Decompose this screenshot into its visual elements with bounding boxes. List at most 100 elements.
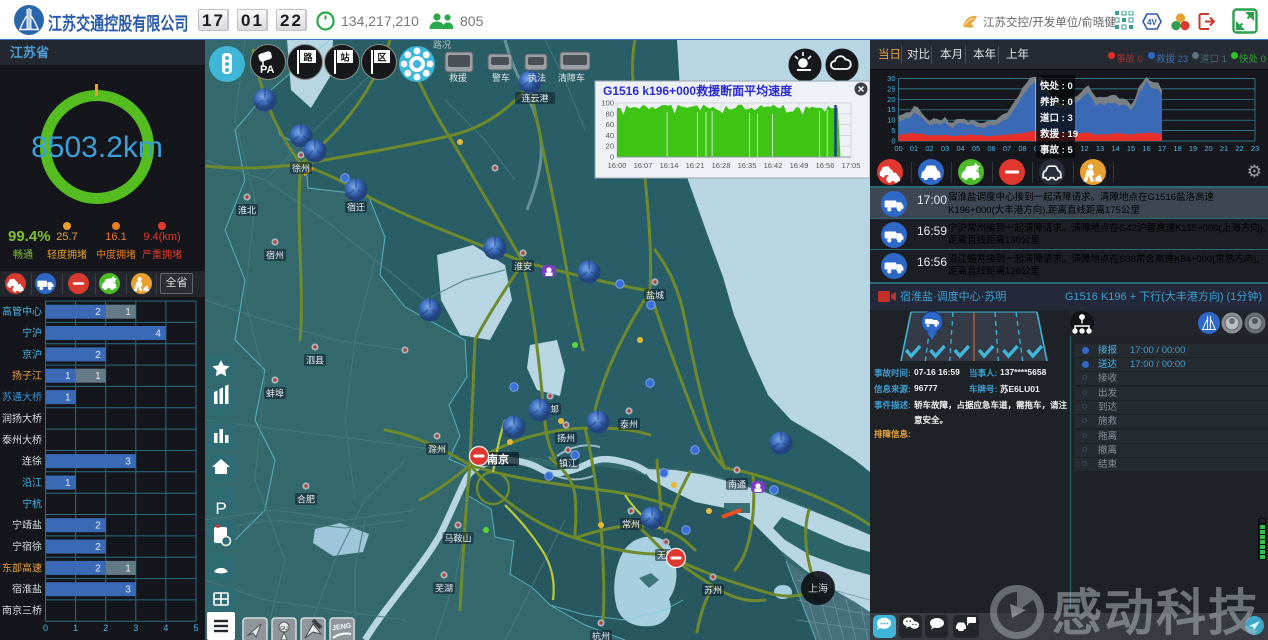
svg-text:扬州: 扬州 [557,433,575,444]
svg-text:1: 1 [65,371,71,382]
svg-text:30: 30 [887,74,895,83]
svg-text:05: 05 [972,144,980,153]
svg-text:京沪: 京沪 [22,348,42,361]
svg-text:21: 21 [1220,144,1228,153]
svg-text:18: 18 [1173,144,1181,153]
svg-text:17: 17 [1158,144,1166,153]
svg-text:02: 02 [925,144,933,153]
svg-text:上海: 上海 [808,582,828,595]
svg-text:5: 5 [193,623,198,633]
svg-text:泗县: 泗县 [306,356,324,366]
svg-text:事故 : 5: 事故 : 5 [1040,144,1073,156]
svg-text:16:21: 16:21 [686,161,705,170]
svg-text:润扬大桥: 润扬大桥 [2,412,42,425]
svg-text:杭州: 杭州 [592,631,610,640]
svg-text:16:42: 16:42 [764,161,783,170]
svg-text:60: 60 [606,120,614,129]
svg-text:2: 2 [95,307,101,318]
svg-text:1: 1 [65,478,71,489]
svg-text:15: 15 [887,105,895,114]
svg-text:2: 2 [95,350,101,361]
svg-text:1: 1 [73,623,78,633]
svg-text:08: 08 [1018,144,1026,153]
svg-text:2: 2 [95,542,101,553]
svg-text:3: 3 [125,457,131,468]
svg-text:20: 20 [1204,144,1212,153]
svg-text:20: 20 [606,142,614,151]
svg-text:宿迁: 宿迁 [347,202,365,213]
svg-text:16:07: 16:07 [634,161,653,170]
svg-text:连徐: 连徐 [22,455,42,468]
svg-text:芜湖: 芜湖 [435,583,453,594]
svg-text:清障车: 清障车 [558,72,585,83]
svg-text:3: 3 [125,585,131,596]
svg-text:泰州大桥: 泰州大桥 [2,433,42,446]
svg-text:救援 : 19: 救援 : 19 [1040,128,1078,140]
svg-text:16:56: 16:56 [816,161,835,170]
svg-text:1: 1 [125,307,131,318]
svg-text:蚌埠: 蚌埠 [266,388,284,399]
svg-text:25: 25 [887,84,895,93]
svg-text:1: 1 [125,563,131,574]
svg-text:2: 2 [95,521,101,532]
svg-text:00: 00 [894,144,902,153]
svg-text:07: 07 [1003,144,1011,153]
svg-text:泰州: 泰州 [620,419,638,430]
svg-text:4: 4 [163,623,168,633]
svg-text:救援: 救援 [449,72,467,83]
svg-text:16: 16 [1142,144,1150,153]
svg-text:常州: 常州 [622,519,640,530]
svg-text:40: 40 [606,131,614,140]
svg-text:1: 1 [95,371,101,382]
svg-text:06: 06 [987,144,995,153]
svg-text:19: 19 [1189,144,1197,153]
svg-text:站: 站 [340,52,349,63]
svg-text:16:49: 16:49 [790,161,809,170]
svg-text:盐城: 盐城 [646,290,664,301]
svg-text:0: 0 [43,623,48,633]
svg-text:苏通大桥: 苏通大桥 [2,391,42,404]
svg-text:连云港: 连云港 [521,93,548,104]
svg-text:15: 15 [1127,144,1135,153]
svg-text:03: 03 [941,144,949,153]
svg-text:13: 13 [1096,144,1104,153]
svg-text:徐州: 徐州 [292,163,310,174]
svg-text:1: 1 [65,393,71,404]
svg-text:苏州: 苏州 [704,585,722,596]
svg-text:20: 20 [887,95,895,104]
svg-text:01: 01 [910,144,918,153]
svg-text:14: 14 [1111,144,1119,153]
svg-text:PA: PA [260,64,275,76]
svg-text:4V: 4V [1147,18,1157,27]
svg-text:12: 12 [1080,144,1088,153]
svg-text:宁沪: 宁沪 [22,327,42,340]
svg-text:养护 : 0: 养护 : 0 [1039,96,1073,108]
svg-text:3: 3 [133,623,138,633]
svg-text:P: P [215,499,226,518]
svg-text:道口 : 3: 道口 : 3 [1040,112,1073,124]
svg-text:G1516 k196+000救援断面平均速度: G1516 k196+000救援断面平均速度 [603,83,793,98]
svg-text:路况: 路况 [433,40,451,50]
svg-text:宿州: 宿州 [266,250,284,261]
svg-text:宁靖盐: 宁靖盐 [12,519,42,532]
svg-text:2: 2 [103,623,108,633]
svg-text:宁宿徐: 宁宿徐 [12,540,42,553]
svg-text:17:05: 17:05 [842,161,861,170]
svg-text:东部高速: 东部高速 [2,561,42,574]
svg-text:16:14: 16:14 [660,161,679,170]
svg-text:警车: 警车 [492,72,510,83]
svg-text:2: 2 [95,563,101,574]
svg-text:22: 22 [1235,144,1243,153]
svg-text:路: 路 [303,52,313,63]
svg-text:80: 80 [606,109,614,118]
svg-text:高管中心: 高管中心 [2,305,42,318]
svg-text:滁州: 滁州 [428,445,446,455]
svg-text:南京: 南京 [487,452,509,466]
svg-text:执法: 执法 [528,72,546,83]
svg-text:04: 04 [956,144,964,153]
svg-text:4: 4 [155,329,161,340]
svg-text:马鞍山: 马鞍山 [444,533,471,544]
svg-text:南通: 南通 [728,479,746,490]
svg-text:16:35: 16:35 [738,161,757,170]
svg-text:23: 23 [1251,144,1259,153]
